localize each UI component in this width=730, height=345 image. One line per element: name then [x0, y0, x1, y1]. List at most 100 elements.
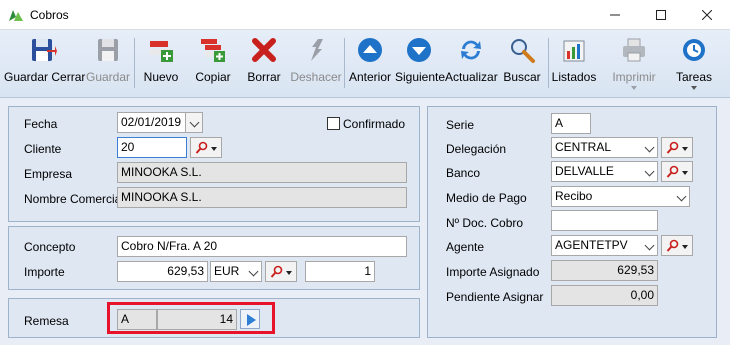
delete-button[interactable]: Borrar	[242, 34, 286, 94]
minimize-icon	[610, 14, 620, 16]
pendiente-asignar-field: 0,00	[551, 285, 658, 306]
exchange-rate-input[interactable]: 1	[305, 261, 375, 282]
serie-input[interactable]: A	[551, 113, 591, 134]
close-button[interactable]	[684, 0, 730, 30]
undo-label: Deshacer	[290, 70, 342, 84]
undo-button[interactable]: Deshacer	[290, 34, 342, 94]
search-button[interactable]: Buscar	[500, 34, 544, 94]
concepto-label: Concepto	[24, 240, 76, 254]
search-icon	[666, 165, 679, 178]
agente-lookup-button[interactable]	[661, 235, 693, 256]
app-icon	[9, 10, 23, 21]
save-close-icon	[32, 39, 57, 61]
save-close-label: Guardar Cerrar	[4, 70, 86, 84]
tasks-button[interactable]: Tareas	[670, 34, 718, 94]
nombre-comercial-label: Nombre Comercial	[24, 192, 125, 206]
num-doc-label: Nº Doc. Cobro	[446, 216, 524, 230]
search-icon	[270, 265, 283, 278]
refresh-button[interactable]: Actualizar	[445, 34, 498, 94]
arrow-down-icon	[407, 38, 431, 62]
importe-asignado-label: Importe Asignado	[446, 265, 540, 279]
delegacion-label: Delegación	[446, 142, 507, 156]
remesa-label: Remesa	[24, 314, 69, 328]
caret-down-icon	[682, 147, 688, 151]
concepto-input[interactable]: Cobro N/Fra. A 20	[117, 236, 407, 257]
importe-label: Importe	[24, 265, 65, 279]
search-label: Buscar	[503, 70, 541, 84]
print-button[interactable]: Imprimir	[603, 34, 665, 94]
caret-down-icon	[682, 245, 688, 249]
empresa-label: Empresa	[24, 167, 73, 181]
next-button[interactable]: Siguiente	[395, 34, 446, 94]
refresh-icon	[461, 40, 481, 60]
copy-label: Copiar	[195, 70, 231, 84]
print-label: Imprimir	[612, 70, 656, 84]
agente-value: AGENTETPV	[555, 238, 628, 252]
new-icon	[150, 41, 173, 62]
chevron-down-icon	[644, 166, 655, 177]
banco-lookup-button[interactable]	[661, 161, 693, 182]
fecha-input[interactable]: 02/01/2019	[117, 112, 185, 133]
tasks-dropdown-icon	[691, 86, 697, 90]
print-dropdown-icon	[631, 86, 637, 90]
search-icon	[511, 39, 535, 63]
maximize-icon	[656, 10, 666, 20]
save-button[interactable]: Guardar	[84, 34, 132, 94]
undo-icon	[311, 39, 323, 61]
delegacion-lookup-button[interactable]	[661, 137, 693, 158]
currency-select[interactable]: EUR	[210, 261, 262, 282]
listings-icon	[563, 40, 585, 62]
search-icon	[195, 141, 208, 154]
highlight-box	[107, 302, 275, 334]
chevron-down-icon	[676, 191, 687, 202]
num-doc-input[interactable]	[551, 210, 658, 231]
copy-button[interactable]: Copiar	[190, 34, 236, 94]
banco-select[interactable]: DELVALLE	[551, 161, 658, 182]
medio-pago-label: Medio de Pago	[446, 191, 527, 205]
delete-icon	[252, 38, 276, 62]
previous-button[interactable]: Anterior	[347, 34, 393, 94]
new-label: Nuevo	[143, 70, 179, 84]
pendiente-asignar-label: Pendiente Asignar	[446, 290, 544, 304]
refresh-label: Actualizar	[445, 70, 498, 84]
toolbar: Guardar Cerrar Guardar Nuevo Copiar Borr…	[0, 30, 730, 98]
serie-label: Serie	[446, 118, 475, 132]
copy-icon	[201, 39, 225, 62]
minimize-button[interactable]	[592, 0, 638, 30]
chevron-down-icon	[189, 117, 200, 128]
save-label: Guardar	[85, 70, 131, 84]
confirmado-checkbox[interactable]	[327, 117, 340, 130]
concepto-panel: Concepto Cobro N/Fra. A 20 Importe 629,5…	[8, 226, 420, 290]
toolbar-separator	[344, 38, 345, 88]
caret-down-icon	[682, 171, 688, 175]
chevron-down-icon	[644, 240, 655, 251]
delete-label: Borrar	[247, 70, 281, 84]
save-close-button[interactable]: Guardar Cerrar	[4, 34, 86, 94]
fecha-calendar-button[interactable]	[185, 112, 203, 133]
importe-input[interactable]: 629,53	[117, 261, 208, 282]
delegacion-select[interactable]: CENTRAL	[551, 137, 658, 158]
save-icon	[98, 39, 118, 61]
toolbar-separator	[548, 38, 549, 88]
maximize-button[interactable]	[638, 0, 684, 30]
next-label: Siguiente	[395, 70, 446, 84]
medio-pago-value: Recibo	[555, 189, 593, 203]
search-icon	[666, 141, 679, 154]
nombre-comercial-field: MINOOKA S.L.	[117, 187, 407, 208]
search-icon	[666, 239, 679, 252]
arrow-up-icon	[358, 38, 382, 62]
agente-select[interactable]: AGENTETPV	[551, 235, 658, 256]
medio-pago-select[interactable]: Recibo	[551, 186, 690, 207]
cliente-input[interactable]: 20	[117, 137, 187, 158]
currency-lookup-button[interactable]	[265, 261, 297, 282]
listings-button[interactable]: Listados	[551, 34, 597, 94]
banco-value: DELVALLE	[555, 164, 614, 178]
previous-label: Anterior	[348, 70, 392, 84]
listings-label: Listados	[551, 70, 597, 84]
tasks-icon	[683, 39, 705, 61]
chevron-down-icon	[644, 142, 655, 153]
close-icon	[702, 10, 712, 20]
cliente-lookup-button[interactable]	[190, 137, 222, 158]
tasks-label: Tareas	[675, 70, 713, 84]
new-button[interactable]: Nuevo	[138, 34, 184, 94]
